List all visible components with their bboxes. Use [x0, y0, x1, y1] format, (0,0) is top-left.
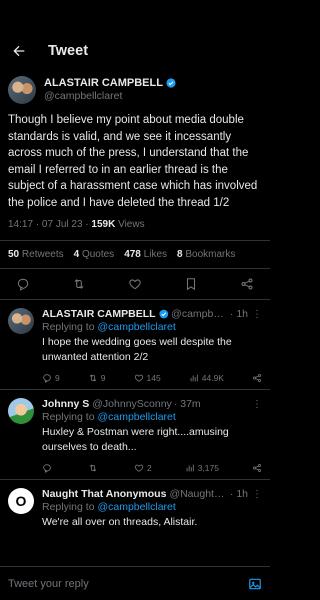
- main-tweet: ALASTAIR CAMPBELL @campbellclaret Though…: [0, 72, 270, 230]
- like-button[interactable]: 145: [134, 373, 161, 383]
- tweet-time: 14:17: [8, 219, 34, 230]
- share-button[interactable]: [252, 463, 262, 473]
- reply-time: · 1h: [229, 488, 248, 500]
- reply-count: 9: [55, 373, 60, 383]
- replying-to-handle[interactable]: @campbellclaret: [97, 411, 175, 423]
- reply-author-name[interactable]: ALASTAIR CAMPBELL: [42, 308, 156, 320]
- likes-stat[interactable]: 478 Likes: [124, 249, 167, 260]
- reply-icon: [43, 464, 51, 473]
- views-chart-icon: [186, 464, 194, 472]
- avatar[interactable]: [8, 398, 34, 424]
- retweet-icon[interactable]: [72, 277, 86, 291]
- reply-text: Huxley & Postman were right....amusing o…: [42, 426, 229, 453]
- page-title: Tweet: [48, 43, 89, 59]
- share-button[interactable]: [252, 373, 262, 383]
- reply-input[interactable]: Tweet your reply: [8, 578, 89, 590]
- reply-author-handle[interactable]: @campbel...: [171, 308, 228, 320]
- avatar[interactable]: [8, 76, 36, 104]
- views-button[interactable]: 3,175: [185, 463, 219, 473]
- more-options-icon[interactable]: ⋮: [248, 399, 262, 410]
- retweets-count: 50: [8, 249, 20, 260]
- like-count: 2: [146, 463, 152, 473]
- more-options-icon[interactable]: ⋮: [248, 489, 262, 500]
- image-upload-icon[interactable]: [248, 577, 262, 591]
- tweet-text: Though I believe my point about media do…: [8, 114, 258, 209]
- retweet-button[interactable]: [88, 463, 101, 473]
- likes-label: Likes: [143, 249, 168, 260]
- bookmarks-label: Bookmarks: [185, 249, 236, 260]
- reply-author-handle[interactable]: @JohnnySconny: [92, 398, 172, 410]
- reply-author-handle[interactable]: @NaughtF...: [169, 488, 227, 500]
- reply-item[interactable]: ALASTAIR CAMPBELL @campbel... · 1h ⋮ Rep…: [0, 300, 270, 390]
- top-bar: Tweet: [0, 30, 270, 72]
- reply-text: We're all over on threads, Alistair.: [42, 516, 198, 528]
- reply-text: I hope the wedding goes well despite the…: [42, 336, 232, 363]
- views-chart-icon: [190, 374, 198, 382]
- reply-composer[interactable]: Tweet your reply: [0, 566, 270, 600]
- reply-button[interactable]: 9: [42, 373, 60, 383]
- author-handle[interactable]: @campbellclaret: [44, 90, 176, 103]
- tweet-meta: 14:17 · 07 Jul 23 · 159K Views: [8, 219, 145, 230]
- replying-to-handle[interactable]: @campbellclaret: [97, 321, 175, 333]
- reply-item[interactable]: O Naught That Anonymous @NaughtF... · 1h…: [0, 480, 270, 536]
- reply-icon[interactable]: [16, 277, 30, 291]
- retweet-button[interactable]: 9: [88, 373, 106, 383]
- like-icon: [134, 464, 144, 472]
- views-button[interactable]: 44.9K: [189, 373, 224, 383]
- replying-to-handle[interactable]: @campbellclaret: [97, 501, 175, 513]
- verified-badge-icon: [166, 78, 176, 89]
- reply-actions: 2 3,175: [42, 463, 262, 473]
- reply-button[interactable]: [42, 463, 55, 473]
- avatar-letter: O: [15, 493, 27, 509]
- views-count: 44.9K: [201, 373, 224, 383]
- avatar[interactable]: [8, 308, 34, 334]
- replying-to: Replying to @campbellclaret: [42, 501, 262, 513]
- likes-count: 478: [124, 249, 141, 260]
- replying-to: Replying to @campbellclaret: [42, 321, 262, 333]
- tweet-actions: [0, 269, 270, 299]
- back-arrow-icon[interactable]: [10, 42, 28, 60]
- like-count: 145: [146, 373, 161, 383]
- retweets-stat[interactable]: 50 Retweets: [8, 249, 64, 260]
- like-icon[interactable]: [128, 277, 142, 291]
- replying-prefix: Replying to: [42, 321, 95, 333]
- author-name[interactable]: ALASTAIR CAMPBELL: [44, 77, 163, 91]
- reply-author-name[interactable]: Naught That Anonymous: [42, 488, 166, 500]
- reply-author-name[interactable]: Johnny S: [42, 398, 89, 410]
- like-button[interactable]: 2: [134, 463, 152, 473]
- status-bar: [0, 0, 270, 30]
- more-options-icon[interactable]: ⋮: [248, 309, 262, 320]
- share-icon: [253, 374, 261, 382]
- verified-badge-icon: [158, 309, 168, 319]
- reply-time: · 1h: [229, 308, 248, 320]
- views-label: Views: [118, 219, 145, 230]
- retweets-label: Retweets: [21, 249, 64, 260]
- tweet-date: 07 Jul 23: [41, 219, 83, 230]
- retweet-icon: [89, 464, 97, 472]
- share-icon: [252, 464, 261, 472]
- reply-icon: [43, 374, 51, 383]
- avatar[interactable]: O: [8, 488, 34, 514]
- quotes-stat[interactable]: 4 Quotes: [74, 249, 115, 260]
- views-count: 3,175: [197, 463, 219, 473]
- replying-prefix: Replying to: [42, 501, 95, 513]
- tweet-stats: 50 Retweets 4 Quotes 478 Likes 8 Bookmar…: [0, 241, 270, 268]
- quotes-count: 4: [73, 249, 80, 260]
- reply-time: · 37m: [173, 398, 201, 410]
- bookmarks-count: 8: [177, 249, 183, 260]
- like-icon: [134, 374, 143, 382]
- replying-to: Replying to @campbellclaret: [42, 411, 262, 423]
- quotes-label: Quotes: [81, 249, 115, 260]
- reply-item[interactable]: Johnny S @JohnnySconny · 37m ⋮ Replying …: [0, 390, 270, 480]
- bookmark-icon[interactable]: [184, 277, 198, 291]
- views-count: 159K: [91, 219, 116, 230]
- retweet-icon: [89, 374, 96, 382]
- bookmarks-stat[interactable]: 8 Bookmarks: [177, 249, 235, 260]
- retweet-count: 9: [100, 373, 106, 383]
- replying-prefix: Replying to: [42, 411, 95, 423]
- share-icon[interactable]: [240, 277, 254, 291]
- reply-actions: 9 9 145 44.9K: [42, 373, 262, 383]
- author-row: ALASTAIR CAMPBELL @campbellclaret: [8, 76, 262, 104]
